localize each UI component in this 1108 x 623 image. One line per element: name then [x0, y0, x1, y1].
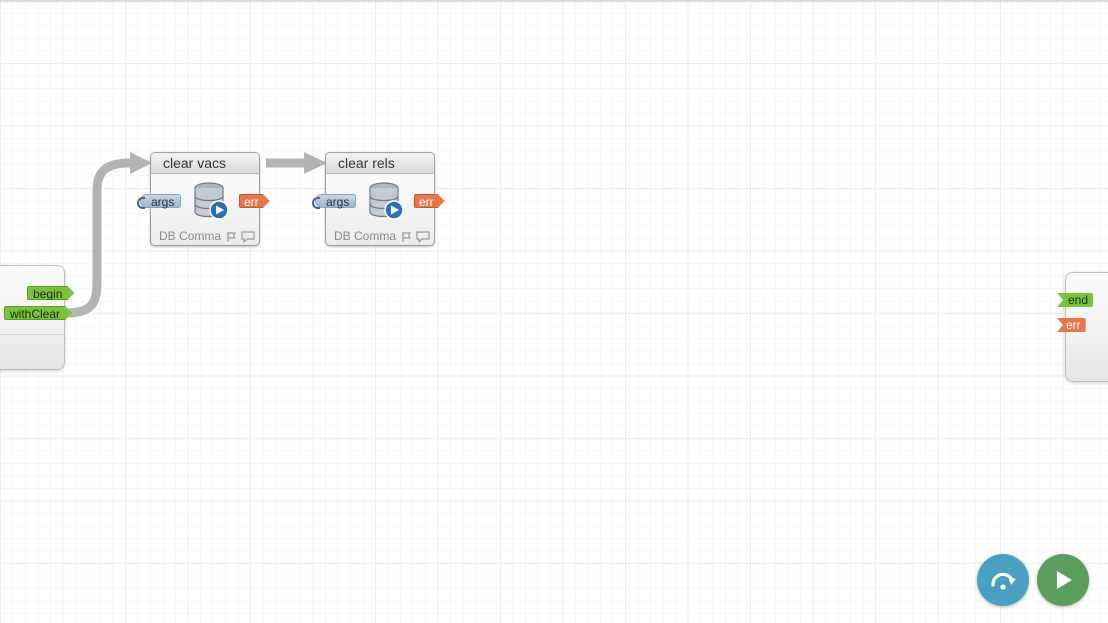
canvas-top-border — [0, 0, 1108, 2]
err-port[interactable]: err — [414, 194, 445, 208]
step-button[interactable] — [977, 554, 1029, 606]
args-port[interactable]: args — [136, 194, 182, 209]
wire-arrow-clear-rels — [304, 152, 327, 174]
node-header[interactable]: clear vacs — [151, 153, 259, 174]
node-corner-icons — [401, 231, 430, 243]
args-port[interactable]: args — [311, 194, 357, 209]
wire-withclear-to-clear-vacs — [61, 158, 135, 318]
end-port[interactable]: end — [1057, 293, 1094, 307]
begin-port[interactable]: begin — [27, 286, 74, 300]
node-title: clear vacs — [163, 155, 227, 171]
step-over-icon — [991, 572, 1016, 590]
err-port[interactable]: err — [239, 194, 270, 208]
withclear-port[interactable]: withClear — [4, 306, 72, 320]
database-play-icon — [194, 182, 229, 220]
comment-icon[interactable] — [241, 231, 255, 243]
database-play-icon — [369, 182, 404, 220]
start-panel[interactable]: begin withClear — [0, 265, 65, 370]
flag-icon[interactable] — [401, 231, 413, 243]
end-panel[interactable]: end err — [1057, 272, 1108, 382]
end-err-port[interactable]: err — [1057, 318, 1086, 332]
comment-icon[interactable] — [416, 231, 430, 243]
play-icon — [1057, 571, 1072, 589]
node-header[interactable]: clear rels — [326, 153, 434, 174]
node-corner-icons — [226, 231, 255, 243]
flag-icon[interactable] — [226, 231, 238, 243]
start-panel-divider — [0, 334, 64, 335]
node-title: clear rels — [338, 155, 395, 171]
run-button[interactable] — [1037, 554, 1089, 606]
wire-arrow-clear-vacs — [130, 152, 152, 174]
node-type-label: DB Comma — [334, 229, 396, 243]
flow-wires — [61, 152, 327, 318]
node-type-label: DB Comma — [159, 229, 221, 243]
